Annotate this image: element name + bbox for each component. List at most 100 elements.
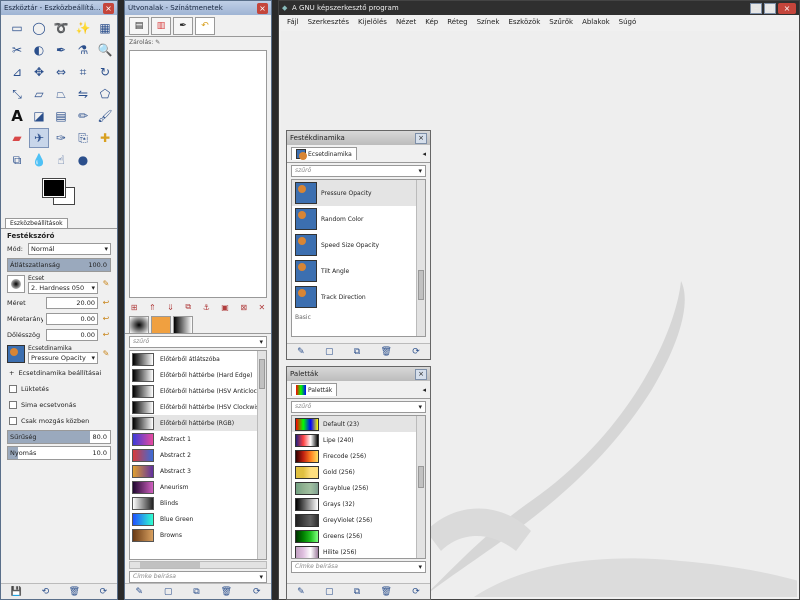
- smudge-tool-icon[interactable]: ☝: [51, 150, 71, 170]
- new-gradient-icon[interactable]: ▢: [164, 587, 173, 597]
- palette-row[interactable]: Gold (256): [292, 464, 425, 480]
- undo-history-tab-icon[interactable]: ↶: [195, 17, 215, 35]
- eraser-tool-icon[interactable]: ▰: [7, 128, 27, 148]
- dynamics-tab[interactable]: Ecsetdinamika: [291, 147, 357, 160]
- restore-options-icon[interactable]: ⟲: [42, 587, 50, 597]
- text-tool-icon[interactable]: A: [7, 106, 27, 126]
- gradient-hscroll-thumb[interactable]: [140, 562, 200, 568]
- minimize-icon[interactable]: –: [750, 2, 762, 14]
- perspective-clone-tool-icon[interactable]: ⧉: [7, 150, 27, 170]
- patterns-tab-icon[interactable]: [151, 316, 171, 334]
- edit-brush-icon[interactable]: ✎: [101, 279, 111, 289]
- smooth-checkbox[interactable]: [9, 401, 17, 409]
- layer-list[interactable]: [129, 50, 267, 298]
- fuzzy-select-tool-icon[interactable]: ✨: [73, 18, 93, 38]
- gradient-hscrollbar[interactable]: [129, 561, 267, 569]
- color-picker-tool-icon[interactable]: ⚗: [73, 40, 93, 60]
- free-select-tool-icon[interactable]: ➰: [51, 18, 71, 38]
- cage-tool-icon[interactable]: ⬠: [95, 84, 115, 104]
- menu-item[interactable]: Réteg: [447, 18, 467, 26]
- measure-tool-icon[interactable]: ⊿: [7, 62, 27, 82]
- edit-gradient-icon[interactable]: ✎: [135, 587, 143, 597]
- menu-item[interactable]: Szűrők: [549, 18, 573, 26]
- palettes-scrollbar[interactable]: [416, 416, 425, 558]
- palette-row[interactable]: Firecode (256): [292, 448, 425, 464]
- lower-layer-icon[interactable]: ⇓: [167, 303, 174, 312]
- gradient-row[interactable]: Blinds: [130, 495, 266, 511]
- menu-item[interactable]: Nézet: [396, 18, 416, 26]
- aspect-input[interactable]: 0.00: [46, 313, 98, 325]
- palettes-filter-input[interactable]: szűrő: [291, 401, 426, 413]
- refresh-gradients-icon[interactable]: ⟳: [253, 587, 261, 597]
- palettes-titlebar[interactable]: Paletták ×: [287, 367, 430, 381]
- new-dynamics-icon[interactable]: ▢: [325, 347, 334, 357]
- palette-row[interactable]: Grays (32): [292, 496, 425, 512]
- dynamics-row[interactable]: Tilt Angle: [292, 258, 425, 284]
- align-tool-icon[interactable]: ⇔: [51, 62, 71, 82]
- dock-menu-icon[interactable]: ◂: [422, 150, 426, 158]
- jitter-checkbox[interactable]: [9, 385, 17, 393]
- rate-slider[interactable]: Sűrűség 80.0: [7, 430, 111, 444]
- delete-palette-icon[interactable]: 🗑: [381, 587, 392, 597]
- dynamics-row[interactable]: Random Color: [292, 206, 425, 232]
- layers-tab-icon[interactable]: ▤: [129, 17, 149, 35]
- brushes-tab-icon[interactable]: [129, 316, 149, 334]
- dynamics-row[interactable]: Pressure Opacity: [292, 180, 425, 206]
- dynamics-select[interactable]: Pressure Opacity: [28, 351, 98, 364]
- menu-item[interactable]: Fájl: [287, 18, 299, 26]
- edit-palette-icon[interactable]: ✎: [297, 587, 305, 597]
- edit-dynamics-icon[interactable]: ✎: [101, 349, 111, 359]
- paths-tab-icon[interactable]: ✒: [173, 17, 193, 35]
- delete-gradient-icon[interactable]: 🗑: [221, 587, 232, 597]
- pressure-slider[interactable]: Nyomás 10.0: [7, 446, 111, 460]
- move-tool-icon[interactable]: ✥: [29, 62, 49, 82]
- rotate-tool-icon[interactable]: ↻: [95, 62, 115, 82]
- delete-options-icon[interactable]: 🗑: [69, 587, 80, 597]
- gradient-row[interactable]: Abstract 1: [130, 431, 266, 447]
- opacity-slider[interactable]: Átlátszatlanság 100.0: [7, 258, 111, 272]
- dynamics-filter-input[interactable]: szűrő: [291, 165, 426, 177]
- gradient-tag-input[interactable]: Címke beírása: [129, 571, 267, 583]
- brush-name[interactable]: 2. Hardness 050: [28, 281, 98, 294]
- zoom-tool-icon[interactable]: 🔍: [95, 40, 115, 60]
- duplicate-palette-icon[interactable]: ⧉: [354, 587, 360, 597]
- reset-options-icon[interactable]: ⟳: [100, 587, 108, 597]
- duplicate-gradient-icon[interactable]: ⧉: [193, 587, 199, 597]
- delete-dynamics-icon[interactable]: 🗑: [381, 347, 392, 357]
- gradient-filter-input[interactable]: szűrő: [129, 336, 267, 348]
- shear-tool-icon[interactable]: ▱: [29, 84, 49, 104]
- ink-tool-icon[interactable]: ✑: [51, 128, 71, 148]
- brush-preview[interactable]: [7, 275, 25, 293]
- mode-select[interactable]: Normál: [28, 243, 111, 255]
- mask-layer-icon[interactable]: ▣: [221, 303, 229, 312]
- foreground-select-tool-icon[interactable]: ◐: [29, 40, 49, 60]
- gradient-scroll-thumb[interactable]: [259, 359, 265, 389]
- palette-row[interactable]: Default (23): [292, 416, 425, 432]
- palette-row[interactable]: Lipe (240): [292, 432, 425, 448]
- pencil-tool-icon[interactable]: ✏: [73, 106, 93, 126]
- reset-angle-icon[interactable]: ↩: [101, 330, 111, 340]
- palette-row[interactable]: Hilite (256): [292, 544, 425, 558]
- blend-tool-icon[interactable]: ▤: [51, 106, 71, 126]
- angle-input[interactable]: 0.00: [46, 329, 98, 341]
- new-layer-icon[interactable]: ⊞: [131, 303, 138, 312]
- dodge-burn-tool-icon[interactable]: ●: [73, 150, 93, 170]
- maximize-icon[interactable]: □: [764, 2, 776, 14]
- raise-layer-icon[interactable]: ⇑: [149, 303, 156, 312]
- close-icon[interactable]: ×: [257, 2, 268, 14]
- palette-row[interactable]: GreyViolet (256): [292, 512, 425, 528]
- dynamics-icon[interactable]: [7, 345, 25, 363]
- refresh-dynamics-icon[interactable]: ⟳: [412, 347, 420, 357]
- gradient-row[interactable]: Előtérből háttérbe (RGB): [130, 415, 266, 431]
- main-titlebar[interactable]: ◆ A GNU képszerkesztő program – □ ×: [279, 1, 799, 15]
- dynamics-row[interactable]: Track Direction: [292, 284, 425, 310]
- palettes-tab[interactable]: Paletták: [291, 383, 338, 396]
- gradient-scrollbar[interactable]: [257, 351, 266, 559]
- anchor-layer-icon[interactable]: ⚓: [203, 303, 210, 312]
- palettes-tag-input[interactable]: Címke beírása: [291, 561, 426, 573]
- toolbox-titlebar[interactable]: Eszköztár - Eszközbeállítá... ×: [1, 1, 117, 15]
- close-icon[interactable]: ×: [778, 2, 796, 14]
- motion-checkbox-row[interactable]: Csak mozgás közben: [1, 413, 117, 429]
- gradient-row[interactable]: Abstract 3: [130, 463, 266, 479]
- lock-icon[interactable]: ✎: [155, 39, 160, 46]
